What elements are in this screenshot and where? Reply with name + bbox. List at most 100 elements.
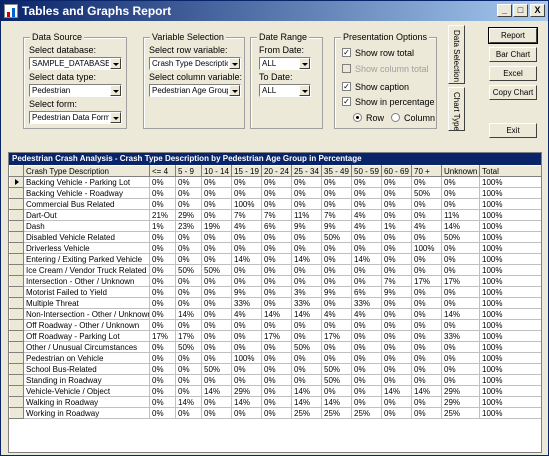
table-cell[interactable]: 6% (351, 286, 382, 298)
table-cell[interactable]: 0% (261, 319, 292, 331)
row-selector[interactable] (9, 363, 24, 375)
excel-button[interactable]: Excel (489, 66, 537, 81)
table-cell[interactable]: 0% (231, 176, 262, 188)
chevron-down-icon[interactable] (110, 85, 121, 96)
table-cell[interactable]: 0% (201, 341, 232, 353)
table-cell[interactable]: 0% (149, 231, 176, 243)
table-cell[interactable]: 0% (261, 385, 292, 397)
table-cell[interactable]: 0% (231, 407, 262, 419)
table-cell[interactable]: 0% (175, 363, 202, 375)
table-cell[interactable]: 0% (411, 352, 442, 364)
table-cell[interactable]: 0% (411, 341, 442, 353)
column-header[interactable]: 20 - 24 (261, 165, 292, 177)
row-label-cell[interactable]: Backing Vehicle - Parking Lot (23, 176, 150, 188)
row-selector[interactable] (9, 286, 24, 298)
table-cell[interactable]: 0% (291, 352, 322, 364)
table-cell[interactable]: 0% (149, 363, 176, 375)
table-cell[interactable]: 0% (201, 407, 232, 419)
table-cell[interactable]: 100% (479, 176, 541, 188)
row-label-cell[interactable]: Intersection - Other / Unknown (23, 275, 150, 287)
table-cell[interactable]: 9% (381, 286, 412, 298)
table-cell[interactable]: 0% (441, 264, 480, 276)
table-cell[interactable]: 0% (411, 363, 442, 375)
table-cell[interactable]: 0% (149, 187, 176, 199)
row-selector[interactable] (9, 396, 24, 408)
table-cell[interactable]: 0% (231, 264, 262, 276)
table-cell[interactable]: 0% (441, 297, 480, 309)
table-row[interactable]: Other / Unusual Circumstances 0% 50% 0% 0% 0%… (9, 341, 541, 353)
table-cell[interactable]: 29% (441, 385, 480, 397)
table-cell[interactable]: 100% (479, 253, 541, 265)
table-cell[interactable]: 0% (261, 286, 292, 298)
row-selector[interactable] (9, 231, 24, 243)
table-cell[interactable]: 14% (351, 253, 382, 265)
table-cell[interactable]: 0% (175, 407, 202, 419)
table-cell[interactable]: 0% (411, 319, 442, 331)
table-cell[interactable]: 100% (479, 231, 541, 243)
table-cell[interactable]: 0% (261, 297, 292, 309)
table-cell[interactable]: 100% (479, 352, 541, 364)
row-selector[interactable] (9, 297, 24, 309)
table-cell[interactable]: 50% (201, 363, 232, 375)
table-cell[interactable]: 0% (149, 319, 176, 331)
table-cell[interactable]: 33% (441, 330, 480, 342)
table-cell[interactable]: 0% (441, 176, 480, 188)
exit-button[interactable]: Exit (489, 123, 537, 138)
table-cell[interactable]: 0% (201, 275, 232, 287)
column-header[interactable]: 35 - 49 (321, 165, 352, 177)
table-cell[interactable]: 0% (321, 275, 352, 287)
maximize-button[interactable]: □ (513, 4, 528, 17)
table-cell[interactable]: 100% (479, 407, 541, 419)
row-label-cell[interactable]: School Bus-Related (23, 363, 150, 375)
table-cell[interactable]: 4% (411, 220, 442, 232)
tab-chart-type[interactable]: Chart Type (448, 87, 465, 131)
table-cell[interactable]: 14% (261, 308, 292, 320)
table-cell[interactable]: 33% (231, 297, 262, 309)
table-cell[interactable]: 23% (175, 220, 202, 232)
table-row[interactable]: Vehicle-Vehicle / Object 0% 0% 14% 29% 0% 14% 0… (9, 385, 541, 397)
row-label-cell[interactable]: Driverless Vehicle (23, 242, 150, 254)
table-cell[interactable]: 0% (261, 253, 292, 265)
table-cell[interactable]: 100% (479, 385, 541, 397)
row-variable-select[interactable]: Crash Type Description (149, 57, 241, 70)
table-cell[interactable]: 0% (231, 341, 262, 353)
table-row[interactable]: Entering / Exiting Parked Vehicle 0% 0% 0% 1… (9, 253, 541, 265)
table-cell[interactable]: 0% (441, 198, 480, 210)
table-cell[interactable]: 4% (231, 308, 262, 320)
table-cell[interactable]: 0% (291, 198, 322, 210)
table-cell[interactable]: 0% (411, 253, 442, 265)
row-label-cell[interactable]: Entering / Exiting Parked Vehicle (23, 253, 150, 265)
table-cell[interactable]: 29% (231, 385, 262, 397)
table-cell[interactable]: 100% (479, 220, 541, 232)
table-cell[interactable]: 50% (411, 187, 442, 199)
table-cell[interactable]: 50% (321, 231, 352, 243)
table-cell[interactable]: 0% (149, 297, 176, 309)
row-selector[interactable] (9, 220, 24, 232)
row-label-cell[interactable]: Backing Vehicle - Roadway (23, 187, 150, 199)
table-row[interactable]: Dart-Out 21% 29% 0% 7% 7% 11% 7% 4% 0% 0% 11% 100% (9, 209, 541, 221)
table-cell[interactable]: 0% (411, 308, 442, 320)
row-label-cell[interactable]: Ice Cream / Vendor Truck Related (23, 264, 150, 276)
row-selector[interactable] (9, 209, 24, 221)
column-header[interactable]: Crash Type Description (23, 165, 150, 177)
table-cell[interactable]: 33% (291, 297, 322, 309)
table-cell[interactable]: 0% (351, 319, 382, 331)
table-cell[interactable]: 0% (351, 231, 382, 243)
table-cell[interactable]: 0% (381, 297, 412, 309)
table-cell[interactable]: 0% (351, 275, 382, 287)
table-cell[interactable]: 0% (321, 176, 352, 188)
table-cell[interactable]: 21% (149, 209, 176, 221)
table-cell[interactable]: 0% (411, 209, 442, 221)
table-cell[interactable]: 0% (351, 374, 382, 386)
table-cell[interactable]: 0% (261, 264, 292, 276)
table-cell[interactable]: 0% (291, 231, 322, 243)
table-row[interactable]: Off Roadway - Other / Unknown 0% 0% 0% 0% 0% 0… (9, 319, 541, 331)
table-row[interactable]: Off Roadway - Parking Lot 17% 17% 0% 0% 17% 0%… (9, 330, 541, 342)
table-row[interactable]: Intersection - Other / Unknown 0% 0% 0% 0% 0%… (9, 275, 541, 287)
table-cell[interactable]: 0% (381, 396, 412, 408)
row-label-cell[interactable]: Disabled Vehicle Related (23, 231, 150, 243)
table-cell[interactable]: 0% (261, 198, 292, 210)
table-cell[interactable]: 0% (321, 264, 352, 276)
row-selector[interactable] (9, 374, 24, 386)
table-cell[interactable]: 100% (479, 198, 541, 210)
